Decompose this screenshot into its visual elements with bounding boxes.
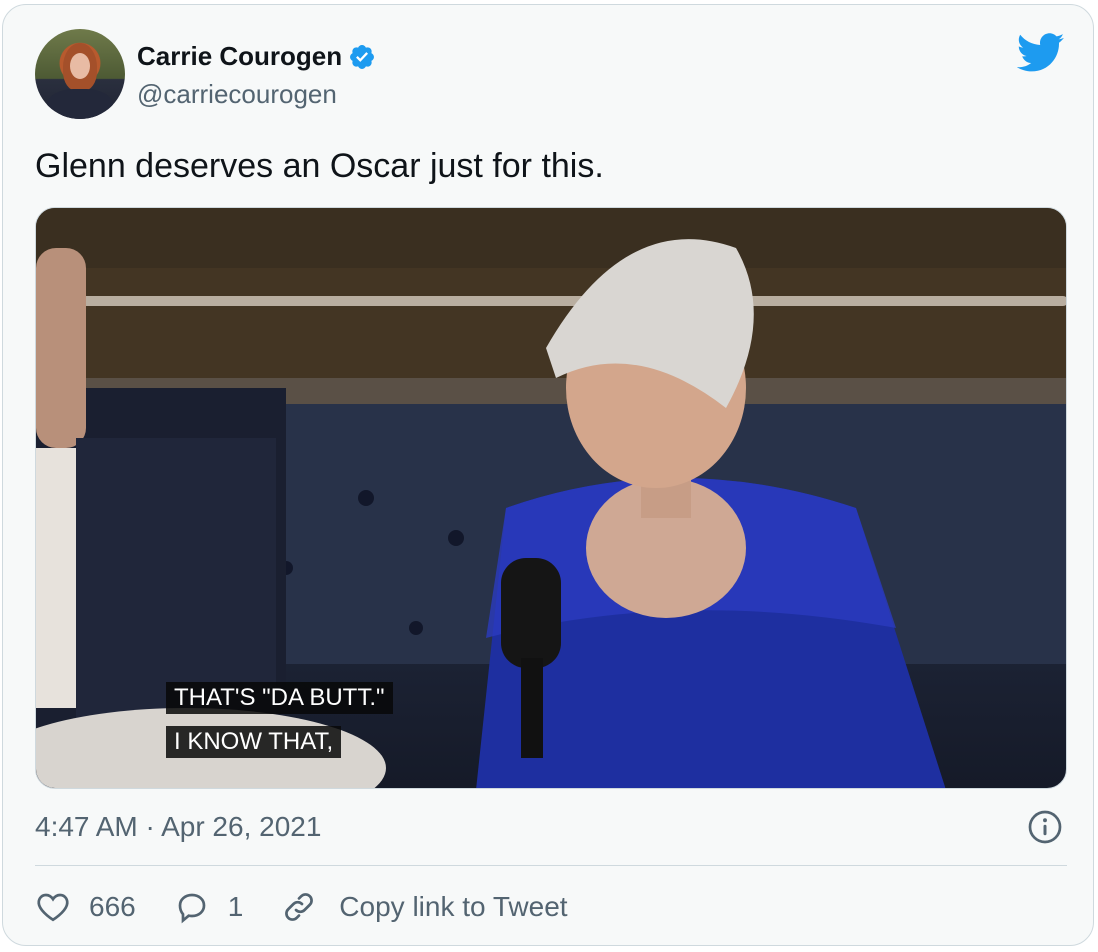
like-button[interactable]: 666 xyxy=(35,889,136,925)
divider xyxy=(35,865,1067,866)
link-icon xyxy=(285,893,314,921)
verified-badge-icon xyxy=(350,44,375,69)
handle[interactable]: @carriecourogen xyxy=(137,79,337,110)
copy-link-button[interactable]: Copy link to Tweet xyxy=(281,889,568,925)
reply-button[interactable]: 1 xyxy=(174,889,244,925)
tweet-timestamp[interactable]: 4:47 AM · Apr 26, 2021 xyxy=(35,811,321,843)
tweet-media[interactable]: THAT'S "DA BUTT." I KNOW THAT, xyxy=(35,207,1067,789)
tweet-text: Glenn deserves an Oscar just for this. xyxy=(35,147,604,185)
heart-icon xyxy=(37,893,69,922)
reply-count: 1 xyxy=(227,891,244,922)
author-name-row: Carrie Courogen xyxy=(137,41,376,72)
subtitle-line-2: I KNOW THAT, xyxy=(166,726,342,758)
twitter-bird-icon[interactable] xyxy=(1017,33,1065,73)
like-count: 666 xyxy=(89,891,136,922)
reply-bubble-icon xyxy=(178,893,206,924)
action-bar: 666 1 Copy link to Tweet xyxy=(35,889,606,925)
subtitle-line-1: THAT'S "DA BUTT." xyxy=(166,682,393,714)
avatar[interactable] xyxy=(35,29,125,119)
copy-link-label: Copy link to Tweet xyxy=(339,891,568,922)
tweet-card[interactable]: Carrie Courogen @carriecourogen Glenn de… xyxy=(2,4,1094,946)
info-icon[interactable] xyxy=(1027,809,1063,845)
display-name[interactable]: Carrie Courogen xyxy=(137,41,342,72)
